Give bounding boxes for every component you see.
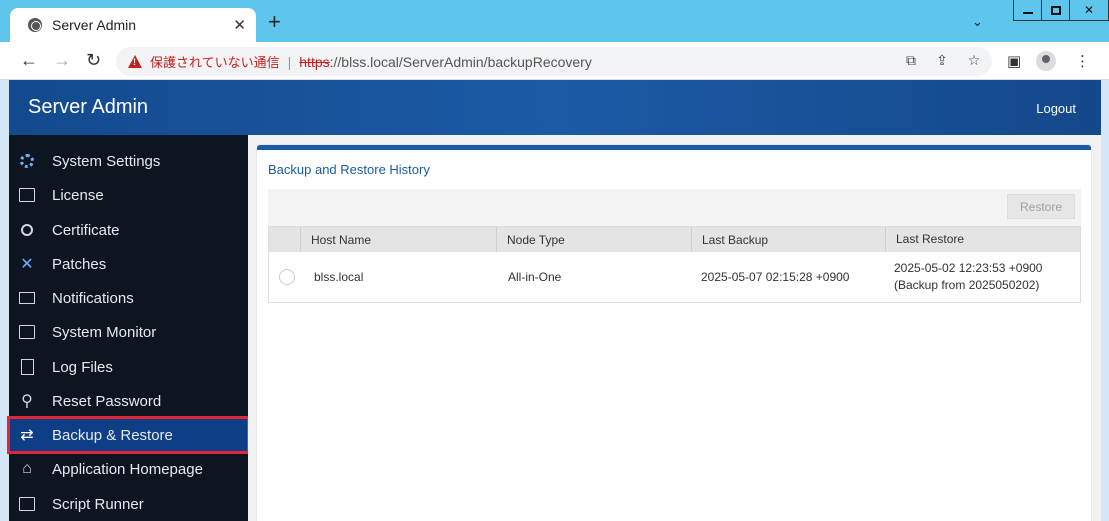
sidebar-item-script-runner[interactable]: Script Runner [9,487,248,521]
sidebar-item-license[interactable]: License [9,178,248,212]
translate-icon[interactable]: ⧉ [902,52,920,70]
browser-tab[interactable]: Server Admin ✕ [10,8,256,42]
sidebar-item-label: Backup & Restore [52,426,173,444]
browser-menu-icon[interactable]: ⋮ [1075,52,1090,70]
window-close-button[interactable]: ✕ [1070,0,1108,20]
main-content: Backup and Restore History Restore Host … [248,135,1101,521]
sidebar-item-label: Reset Password [52,392,162,410]
warning-icon [128,55,142,68]
reset-password-icon: ⚲ [21,393,33,410]
grid-toolbar: Restore [268,189,1081,226]
row-select-cell [269,252,300,302]
column-header-last-backup[interactable]: Last Backup [691,227,885,252]
panel-title: Backup and Restore History [268,162,430,177]
sidebar-item-label: System Settings [52,152,161,170]
terminal-icon [17,494,37,514]
sidebar-item-reset-password[interactable]: ⚲ Reset Password [9,384,248,418]
back-button[interactable]: ← [20,50,38,70]
sidebar-item-patches[interactable]: ✕ Patches [9,247,248,281]
reload-button[interactable]: ↻ [86,50,101,70]
table-row[interactable]: blss.local All-in-One 2025-05-07 02:15:2… [269,252,1080,302]
maximize-button[interactable] [1042,0,1070,20]
tab-title: Server Admin [52,17,137,33]
sidebar-item-system-settings[interactable]: System Settings [9,144,248,178]
app-title: Server Admin [28,96,149,118]
browser-toolbar: ← → ↻ 保護されていない通信 | https ://blss.local/S… [0,42,1109,80]
backup-history-table: Host Name Node Type Last Backup Last Res… [268,226,1081,303]
row-select-radio[interactable] [279,269,295,285]
tab-close-icon[interactable]: ✕ [233,16,246,34]
sidebar-item-notifications[interactable]: Notifications [9,281,248,315]
sidebar-item-backup-restore[interactable]: ⇄ Backup & Restore [7,416,250,454]
sidebar-item-log-files[interactable]: Log Files [9,350,248,384]
patches-icon: ✕ [20,256,34,273]
last-backup-cell: 2025-05-07 02:15:28 +0900 [701,270,850,284]
column-header-host-name[interactable]: Host Name [300,227,496,252]
sidebar: System Settings License Certificate ✕ Pa… [7,135,250,521]
browser-tab-bar: Server Admin ✕ + ⌄ ✕ [0,0,1109,42]
log-files-icon [17,357,37,377]
profile-avatar-icon[interactable] [1036,51,1056,71]
not-secure-label[interactable]: 保護されていない通信 [150,52,280,71]
settings-icon [17,151,37,171]
address-bar[interactable]: 保護されていない通信 | https ://blss.local/ServerA… [116,47,992,76]
side-panel-icon[interactable]: ▣ [1007,52,1021,70]
sidebar-item-application-homepage[interactable]: ⌂ Application Homepage [9,452,248,486]
minimize-button[interactable] [1014,0,1042,20]
url-scheme: https [299,53,330,70]
select-column-header [269,227,300,252]
certificate-icon [17,220,37,240]
node-type-cell: All-in-One [508,270,562,284]
home-icon: ⌂ [22,460,32,477]
new-tab-icon[interactable]: + [268,10,281,34]
sidebar-item-label: Log Files [52,358,113,376]
bookmark-star-icon[interactable]: ☆ [965,52,983,70]
license-icon [17,185,37,205]
sidebar-item-certificate[interactable]: Certificate [9,213,248,247]
sidebar-item-label: License [52,186,104,204]
sidebar-item-label: System Monitor [52,323,157,341]
window-controls: ✕ [1013,0,1109,21]
backup-restore-icon: ⇄ [20,427,34,444]
minimize-icon [1022,12,1033,14]
forward-button[interactable]: → [53,50,71,70]
column-header-node-type[interactable]: Node Type [496,227,691,252]
share-icon[interactable]: ⇪ [933,52,951,70]
sidebar-item-label: Patches [52,255,107,273]
sidebar-item-label: Script Runner [52,495,144,513]
url-text: ://blss.local/ServerAdmin/backupRecovery [329,53,592,70]
monitor-icon [17,322,37,342]
tab-search-icon[interactable]: ⌄ [972,14,983,30]
address-separator: | [287,53,292,70]
backup-history-panel: Backup and Restore History Restore Host … [257,145,1091,521]
restore-button[interactable]: Restore [1007,194,1075,219]
table-header: Host Name Node Type Last Backup Last Res… [269,227,1080,252]
sidebar-item-label: Notifications [52,289,134,307]
maximize-icon [1050,5,1061,15]
sidebar-item-system-monitor[interactable]: System Monitor [9,315,248,349]
app-header: Server Admin Logout [9,80,1101,135]
logout-link[interactable]: Logout [1036,101,1076,116]
globe-icon [28,18,42,32]
column-header-last-restore[interactable]: Last Restore [885,227,1080,252]
last-restore-cell: 2025-05-02 12:23:53 +0900 (Backup from 2… [894,261,1043,292]
notifications-icon [17,288,37,308]
sidebar-item-label: Certificate [52,221,120,239]
host-name-cell: blss.local [314,270,364,284]
sidebar-item-label: Application Homepage [52,460,203,478]
